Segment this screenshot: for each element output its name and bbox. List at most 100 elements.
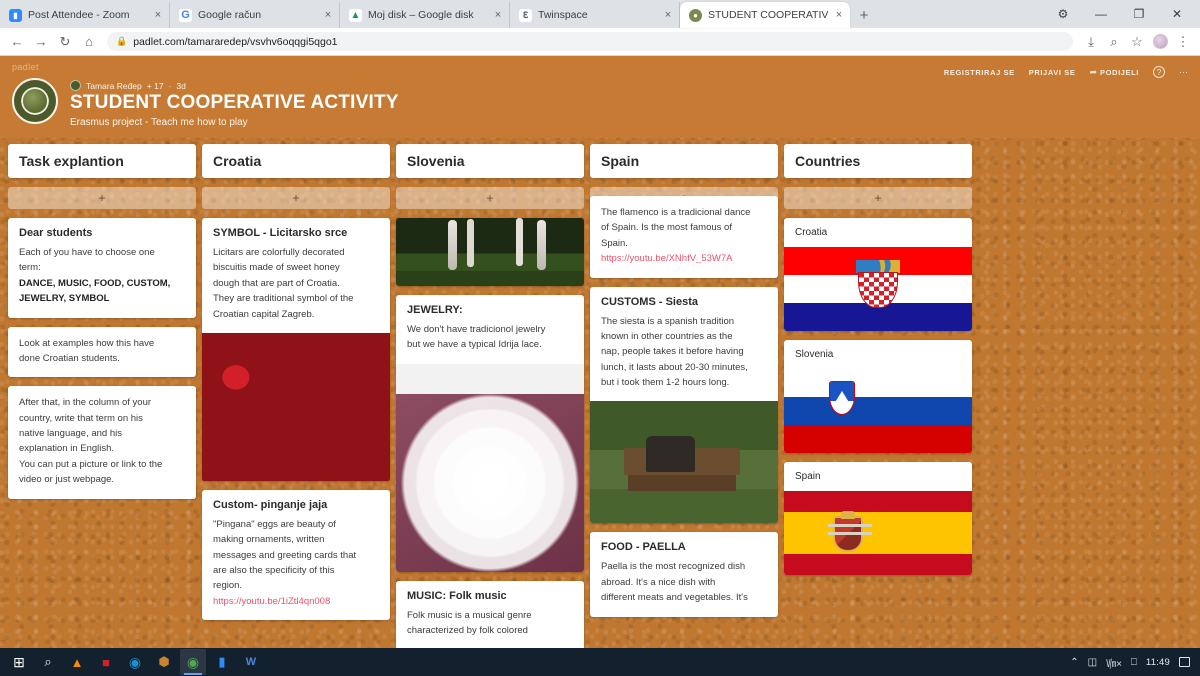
login-button[interactable]: PRIJAVI SE xyxy=(1029,68,1076,77)
adobe-reader-icon[interactable]: ■ xyxy=(93,649,119,675)
flamenco-card[interactable]: The flamenco is a tradicional dance of S… xyxy=(590,196,778,278)
browser-tab-4-active[interactable]: ● STUDENT COOPERATIVE ACTIVIT × xyxy=(680,2,850,28)
install-app-icon[interactable]: ⤓ xyxy=(1080,31,1102,53)
lock-icon: 🔒 xyxy=(116,36,128,46)
licitar-hearts-photo xyxy=(202,332,390,481)
card-title: MUSIC: Folk music xyxy=(407,589,507,602)
home-icon[interactable]: ⌂ xyxy=(78,31,100,53)
collaborator-count[interactable]: + 17 xyxy=(147,81,164,91)
croatia-flag-card[interactable]: Croatia xyxy=(784,218,972,331)
browser-tab-0[interactable]: ▮ Post Attendee - Zoom × xyxy=(0,2,170,28)
word-icon[interactable]: W xyxy=(238,649,264,675)
add-post-button[interactable]: + xyxy=(784,187,972,209)
close-icon[interactable]: × xyxy=(323,9,333,21)
browser-tab-1[interactable]: G Google račun × xyxy=(170,2,340,28)
settings-icon[interactable]: ⚙ xyxy=(1044,0,1082,28)
browser-tab-2[interactable]: ▲ Moj disk – Google disk × xyxy=(340,2,510,28)
jewelry-card[interactable]: JEWELRY: We don't have tradicionol jewel… xyxy=(396,295,584,572)
chevron-up-icon[interactable]: ⌃ xyxy=(1070,657,1078,668)
column-title[interactable]: Countries xyxy=(784,144,972,178)
custom-pinganje-jaja-card[interactable]: Custom- pinganje jaja "Pingana" eggs are… xyxy=(202,489,390,621)
column-slovenia: Slovenia + JEWELRY: We don't have tradic… xyxy=(396,144,584,648)
tab-title: STUDENT COOPERATIVE ACTIVIT xyxy=(708,9,828,21)
slovenia-coat-of-arms-icon xyxy=(829,380,856,415)
vlc-icon[interactable]: ▲ xyxy=(64,649,90,675)
customs-siesta-card[interactable]: CUSTOMS - Siesta The siesta is a spanish… xyxy=(590,286,778,524)
add-post-button[interactable]: + xyxy=(396,187,584,209)
instructions-card[interactable]: After that, in the column of your countr… xyxy=(8,386,196,499)
column-title[interactable]: Spain xyxy=(590,144,778,178)
column-title[interactable]: Slovenia xyxy=(396,144,584,178)
browser-toolbar: ← → ↻ ⌂ 🔒 padlet.com/tamararedep/vsvhv6o… xyxy=(0,28,1200,56)
examples-card[interactable]: Look at examples how this have done Croa… xyxy=(8,326,196,378)
help-circle-icon[interactable]: ? xyxy=(1153,66,1165,78)
chrome-icon[interactable]: ◉ xyxy=(180,649,206,675)
start-button[interactable]: ⊞ xyxy=(6,649,32,675)
column-title[interactable]: Task explantion xyxy=(8,144,196,178)
register-button[interactable]: REGISTRIRAJ SE xyxy=(944,68,1015,77)
card-link[interactable]: https://youtu.be/XNhfV_53W7A xyxy=(601,251,767,266)
close-icon[interactable]: × xyxy=(663,9,673,21)
close-window-button[interactable]: ✕ xyxy=(1158,0,1196,28)
horse-legs-photo xyxy=(396,218,584,286)
card-line: country, write that term on his xyxy=(19,412,143,424)
card-line: explanation in English. xyxy=(19,443,115,455)
card-line: DANCE, MUSIC, FOOD, CUSTOM, xyxy=(19,277,171,289)
card-line: biscuitis made of sweet honey xyxy=(213,262,340,274)
padlet-board-page: padlet REGISTRIRAJ SE PRIJAVI SE ➦ PODIJ… xyxy=(0,56,1200,648)
action-center-icon[interactable] xyxy=(1179,657,1190,667)
slovenia-flag-card[interactable]: Slovenia xyxy=(784,340,972,453)
zoom-icon[interactable]: ⌕ xyxy=(1103,31,1125,53)
symbol-licitarsko-srce-card[interactable]: SYMBOL - Licitarsko srce Licitars are co… xyxy=(202,218,390,481)
music-folk-card[interactable]: MUSIC: Folk music Folk music is a musica… xyxy=(396,580,584,648)
card-title: SYMBOL - Licitarsko srce xyxy=(213,227,348,239)
maximize-button[interactable]: ❐ xyxy=(1120,0,1158,28)
close-icon[interactable]: × xyxy=(834,9,844,21)
card-spacer xyxy=(396,363,584,394)
author-name[interactable]: Tamara Ređep xyxy=(86,81,142,91)
zoom-icon[interactable]: ▮ xyxy=(209,649,235,675)
network-icon[interactable]: ◫ xyxy=(1088,657,1097,668)
edge-icon[interactable]: ◉ xyxy=(122,649,148,675)
twinspace-icon: ℇ xyxy=(519,8,532,22)
add-post-button[interactable]: + xyxy=(8,187,196,209)
padlet-board-icon: ● xyxy=(689,8,702,22)
add-post-button[interactable]: + xyxy=(202,187,390,209)
card-line: making ornaments, written xyxy=(213,534,325,546)
close-icon[interactable]: × xyxy=(493,9,503,21)
close-icon[interactable]: × xyxy=(153,9,163,21)
address-bar[interactable]: 🔒 padlet.com/tamararedep/vsvhv6oqqgi5qgo… xyxy=(107,32,1073,51)
card-link[interactable]: https://youtu.be/1iZtl4qn008 xyxy=(213,594,379,609)
meta-separator: · xyxy=(168,80,172,91)
bookmark-star-icon[interactable]: ☆ xyxy=(1126,31,1148,53)
updated-time: 3d xyxy=(176,80,186,91)
column-cards: JEWELRY: We don't have tradicionol jewel… xyxy=(396,218,584,648)
dear-students-card[interactable]: Dear students Each of you have to choose… xyxy=(8,218,196,318)
food-paella-card[interactable]: FOOD - PAELLA Paella is the most recogni… xyxy=(590,532,778,617)
search-icon[interactable]: ⌕ xyxy=(35,649,61,675)
share-button[interactable]: ➦ PODIJELI xyxy=(1089,67,1139,78)
forward-icon[interactable]: → xyxy=(30,31,52,53)
menu-dots-icon[interactable]: ⋮ xyxy=(1172,31,1194,53)
avatar[interactable] xyxy=(1149,31,1171,53)
more-dots-icon[interactable]: ⋯ xyxy=(1179,67,1188,78)
address-bar-url: padlet.com/tamararedep/vsvhv6oqqgi5qgo1 xyxy=(133,35,338,48)
board-identity: Tamara Ređep + 17 · 3d STUDENT COOPERATI… xyxy=(12,78,1186,128)
volume-muted-icon[interactable]: ㏞× xyxy=(1106,655,1122,670)
package-icon[interactable]: ⬢ xyxy=(151,649,177,675)
tab-title: Twinspace xyxy=(538,9,588,21)
tab-title: Post Attendee - Zoom xyxy=(28,9,130,21)
minimize-button[interactable]: — xyxy=(1082,0,1120,28)
card-line: Look at examples how this have xyxy=(19,337,155,349)
reload-icon[interactable]: ↻ xyxy=(54,31,76,53)
back-icon[interactable]: ← xyxy=(6,31,28,53)
spain-flag-card[interactable]: Spain xyxy=(784,462,972,575)
taskbar-clock[interactable]: 11:49 xyxy=(1146,657,1170,668)
lipizzaner-photo-card[interactable] xyxy=(396,218,584,286)
column-countries: Countries + Croatia Slovenia Spain xyxy=(784,144,972,575)
card-line: lunch, it lasts about 20-30 minutes, xyxy=(601,361,748,373)
new-tab-button[interactable]: + xyxy=(850,2,878,28)
display-icon[interactable]: ⎕ xyxy=(1131,657,1137,668)
browser-tab-3[interactable]: ℇ Twinspace × xyxy=(510,2,680,28)
column-title[interactable]: Croatia xyxy=(202,144,390,178)
